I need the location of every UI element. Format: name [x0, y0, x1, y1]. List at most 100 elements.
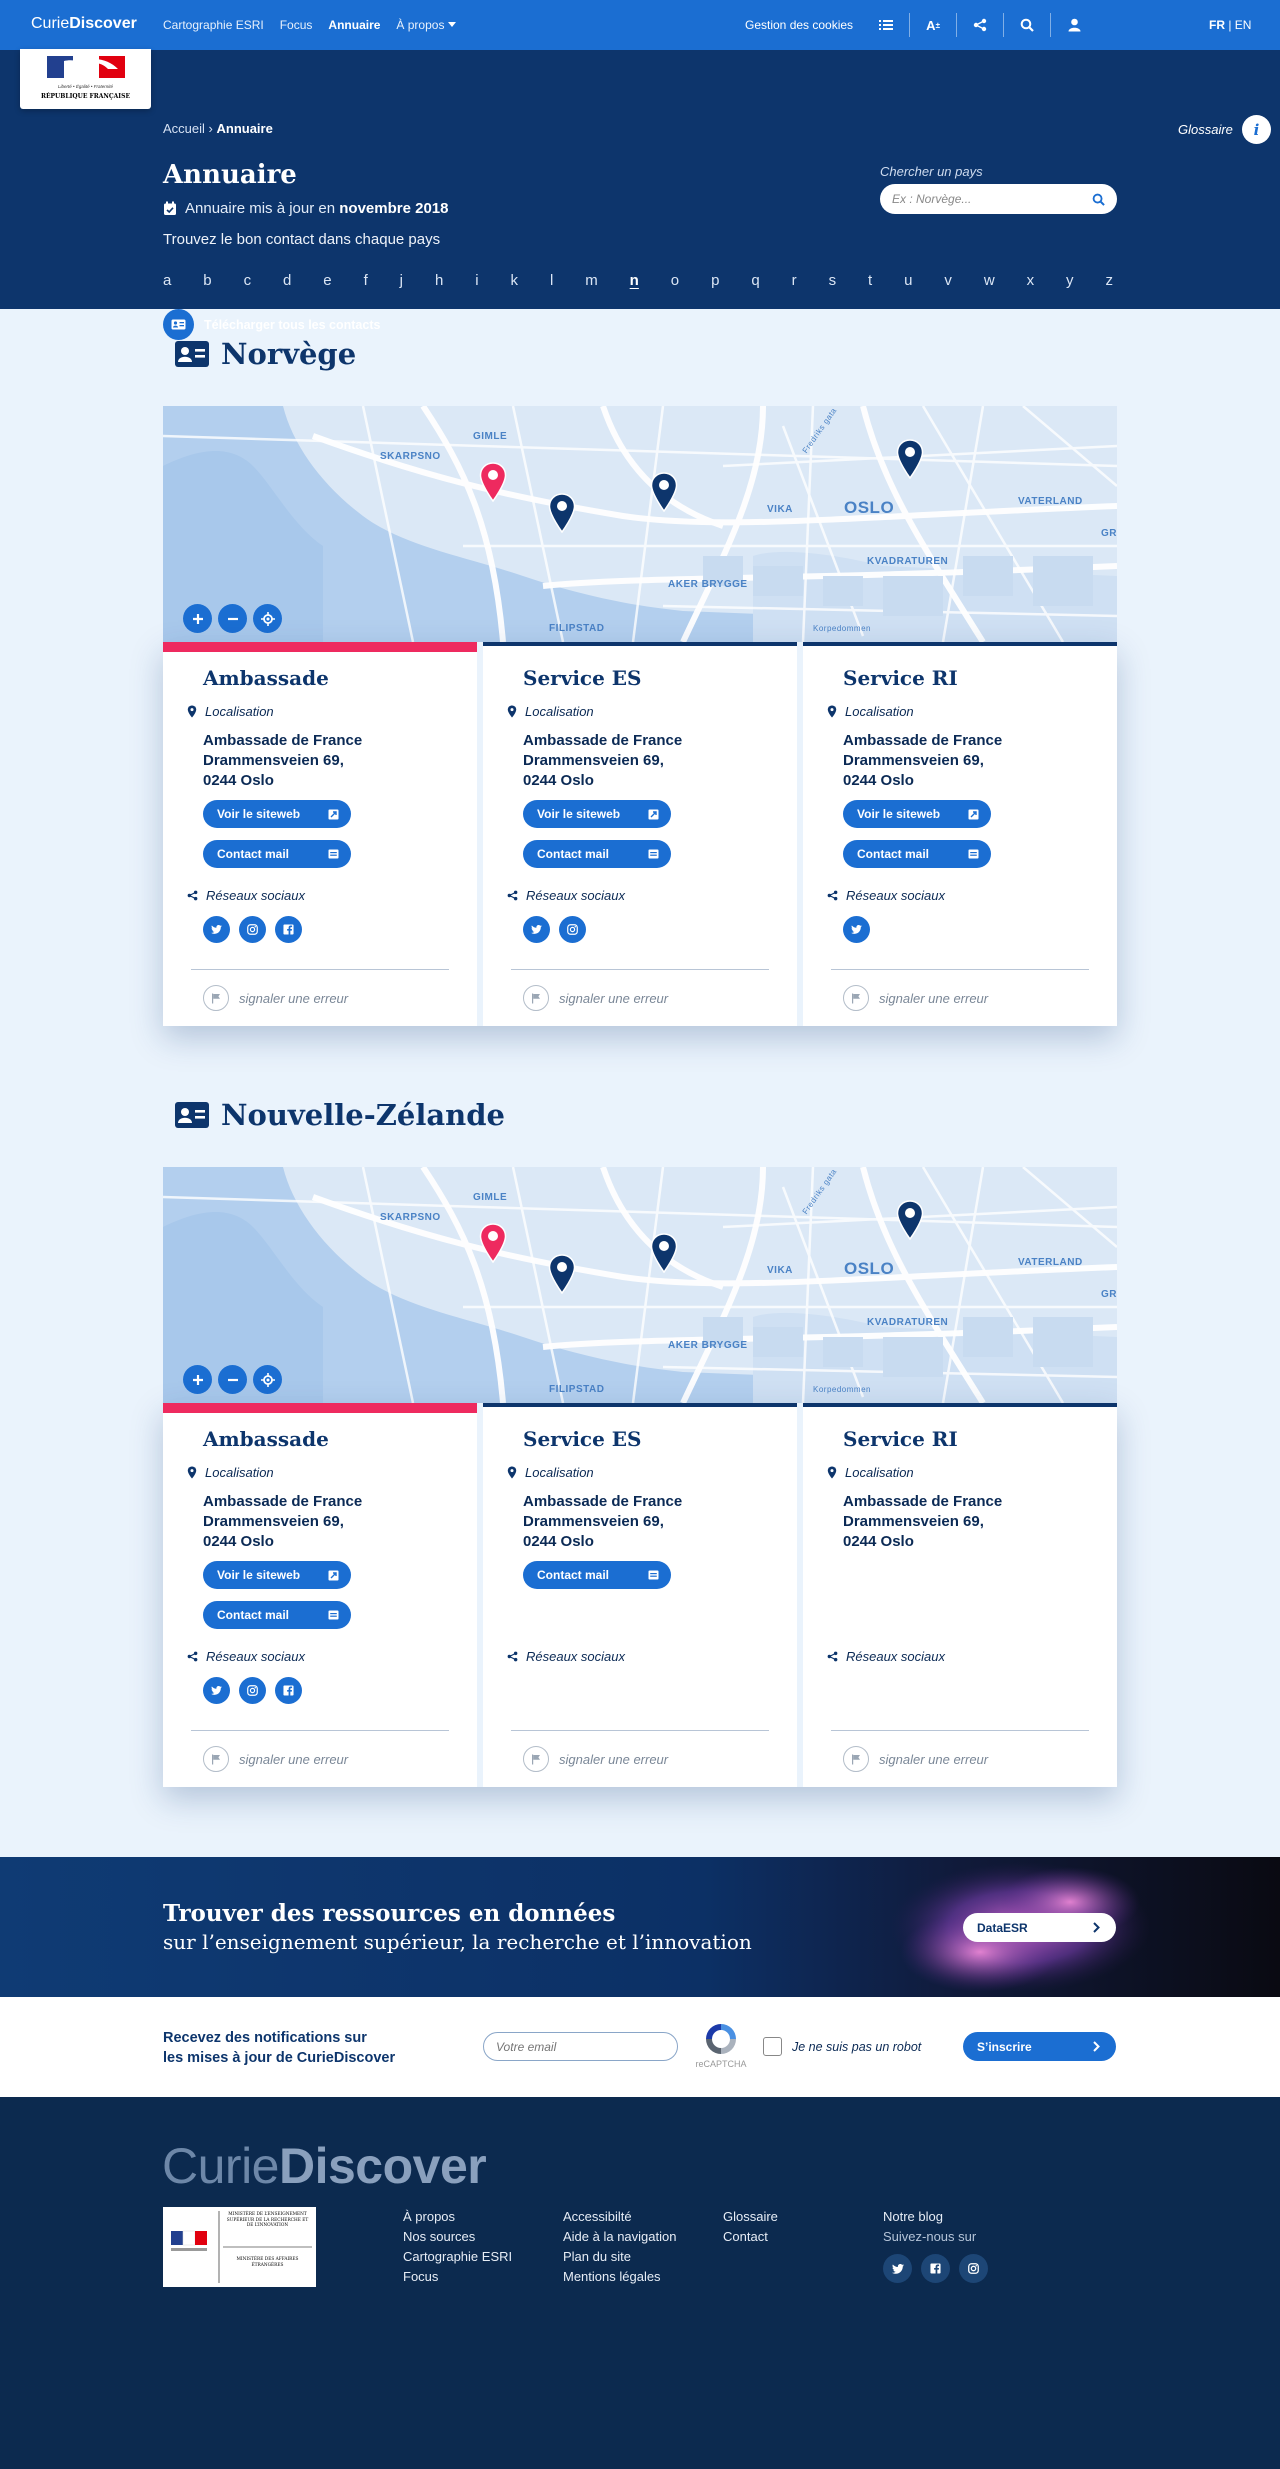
locate-button[interactable]: [253, 604, 282, 633]
footer-link[interactable]: Glossaire: [723, 2207, 778, 2227]
footer-link[interactable]: Contact: [723, 2227, 778, 2247]
report-error-link[interactable]: signaler une erreur: [203, 1746, 348, 1772]
footer-link[interactable]: Aide à la navigation: [563, 2227, 676, 2247]
email-input[interactable]: [496, 2039, 665, 2054]
alphabet-letter-b[interactable]: b: [203, 272, 211, 289]
website-button[interactable]: Voir le siteweb: [203, 1561, 351, 1589]
map-marker[interactable]: [548, 493, 576, 533]
nav-cartographie[interactable]: Cartographie ESRI: [163, 18, 264, 32]
cookies-link[interactable]: Gestion des cookies: [745, 18, 853, 32]
alphabet-letter-d[interactable]: d: [283, 272, 291, 289]
glossaire-button[interactable]: Glossaire i: [1178, 115, 1271, 144]
list-icon[interactable]: [875, 14, 897, 36]
nav-annuaire[interactable]: Annuaire: [328, 18, 380, 32]
instagram-icon[interactable]: [559, 916, 586, 943]
footer-blog-link[interactable]: Notre blog: [883, 2207, 976, 2227]
contact-mail-button[interactable]: Contact mail: [203, 840, 351, 868]
facebook-icon[interactable]: [921, 2254, 950, 2283]
report-error-link[interactable]: signaler une erreur: [843, 985, 988, 1011]
map-marker[interactable]: [548, 1254, 576, 1294]
alphabet-letter-v[interactable]: v: [944, 272, 952, 289]
report-error-link[interactable]: signaler une erreur: [523, 1746, 668, 1772]
brand-logo[interactable]: CurieDiscover: [31, 15, 137, 33]
alphabet-letter-f[interactable]: f: [364, 272, 368, 289]
twitter-icon[interactable]: [203, 1677, 230, 1704]
website-button[interactable]: Voir le siteweb: [843, 800, 991, 828]
alphabet-letter-a[interactable]: a: [163, 272, 171, 289]
footer-link[interactable]: Focus: [403, 2267, 512, 2287]
alphabet-letter-u[interactable]: u: [904, 272, 912, 289]
alphabet-letter-p[interactable]: p: [711, 272, 719, 289]
download-all-contacts-button[interactable]: Télécharger tous les contacts: [163, 309, 380, 340]
alphabet-letter-m[interactable]: m: [585, 272, 598, 289]
contact-mail-button[interactable]: Contact mail: [203, 1601, 351, 1629]
robot-checkbox[interactable]: [763, 2037, 782, 2056]
website-button[interactable]: Voir le siteweb: [203, 800, 351, 828]
alphabet-letter-q[interactable]: q: [751, 272, 759, 289]
ministry-logos[interactable]: MINISTÈRE DE L’ENSEIGNEMENT SUPÉRIEUR DE…: [163, 2207, 316, 2287]
alphabet-letter-n[interactable]: n: [630, 272, 639, 289]
facebook-icon[interactable]: [275, 1677, 302, 1704]
alphabet-letter-e[interactable]: e: [323, 272, 331, 289]
alphabet-letter-o[interactable]: o: [671, 272, 679, 289]
footer-link[interactable]: Mentions légales: [563, 2267, 676, 2287]
alphabet-letter-j[interactable]: j: [400, 272, 403, 289]
map-marker[interactable]: [650, 1233, 678, 1273]
republique-francaise-logo[interactable]: Liberté • Égalité • Fraternité RÉPUBLIQU…: [20, 49, 151, 109]
subscribe-button[interactable]: S’inscrire: [963, 2032, 1116, 2061]
twitter-icon[interactable]: [843, 916, 870, 943]
report-error-link[interactable]: signaler une erreur: [203, 985, 348, 1011]
alphabet-letter-x[interactable]: x: [1027, 272, 1035, 289]
map-marker-ambassade[interactable]: [479, 462, 507, 502]
map-marker[interactable]: [896, 1200, 924, 1240]
website-button[interactable]: Voir le siteweb: [523, 800, 671, 828]
locate-button[interactable]: [253, 1365, 282, 1394]
zoom-out-button[interactable]: [218, 604, 247, 633]
twitter-icon[interactable]: [523, 916, 550, 943]
facebook-icon[interactable]: [275, 916, 302, 943]
twitter-icon[interactable]: [883, 2254, 912, 2283]
alphabet-letter-z[interactable]: z: [1105, 272, 1113, 289]
country-search-input[interactable]: [892, 192, 1082, 206]
report-error-link[interactable]: signaler une erreur: [523, 985, 668, 1011]
zoom-in-button[interactable]: [183, 604, 212, 633]
alphabet-letter-y[interactable]: y: [1066, 272, 1074, 289]
breadcrumb-home[interactable]: Accueil: [163, 121, 205, 136]
instagram-icon[interactable]: [239, 1677, 266, 1704]
alphabet-letter-h[interactable]: h: [435, 272, 443, 289]
country-map[interactable]: SKARPSNO GIMLE VIKA OSLO VATERLAND KVADRATURE…: [163, 1167, 1117, 1403]
dataesr-button[interactable]: DataESR: [963, 1913, 1116, 1942]
nav-a-propos[interactable]: À propos: [396, 18, 457, 32]
alphabet-letter-w[interactable]: w: [984, 272, 995, 289]
map-marker-ambassade[interactable]: [479, 1223, 507, 1263]
alphabet-letter-s[interactable]: s: [829, 272, 837, 289]
instagram-icon[interactable]: [959, 2254, 988, 2283]
twitter-icon[interactable]: [203, 916, 230, 943]
alphabet-letter-r[interactable]: r: [792, 272, 797, 289]
footer-link[interactable]: Nos sources: [403, 2227, 512, 2247]
alphabet-letter-t[interactable]: t: [868, 272, 872, 289]
contact-mail-button[interactable]: Contact mail: [523, 840, 671, 868]
map-marker[interactable]: [896, 439, 924, 479]
lang-en[interactable]: EN: [1235, 18, 1252, 32]
footer-link[interactable]: Cartographie ESRI: [403, 2247, 512, 2267]
footer-link[interactable]: Accessibilté: [563, 2207, 676, 2227]
share-icon[interactable]: [969, 14, 991, 36]
contact-mail-button[interactable]: Contact mail: [843, 840, 991, 868]
footer-link[interactable]: À propos: [403, 2207, 512, 2227]
alphabet-letter-i[interactable]: i: [475, 272, 478, 289]
footer-link[interactable]: Plan du site: [563, 2247, 676, 2267]
country-map[interactable]: SKARPSNO GIMLE VIKA OSLO VATERLAND KVADRATURE…: [163, 406, 1117, 642]
search-icon[interactable]: [1092, 193, 1105, 206]
alphabet-letter-l[interactable]: l: [550, 272, 553, 289]
contact-mail-button[interactable]: Contact mail: [523, 1561, 671, 1589]
lang-fr[interactable]: FR: [1209, 18, 1225, 32]
text-size-icon[interactable]: A ±: [922, 14, 944, 36]
instagram-icon[interactable]: [239, 916, 266, 943]
alphabet-letter-k[interactable]: k: [511, 272, 519, 289]
search-icon[interactable]: [1016, 14, 1038, 36]
report-error-link[interactable]: signaler une erreur: [843, 1746, 988, 1772]
user-icon[interactable]: [1063, 14, 1085, 36]
map-marker[interactable]: [650, 472, 678, 512]
zoom-in-button[interactable]: [183, 1365, 212, 1394]
